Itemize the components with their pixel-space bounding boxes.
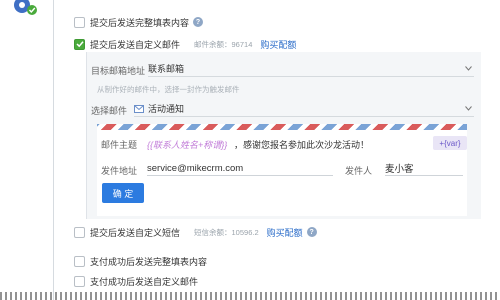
chevron-down-icon [465, 106, 472, 111]
target-email-select[interactable]: 联系邮箱 [148, 61, 474, 77]
envelope-icon [134, 104, 144, 113]
sms-quota: 短信余额：10596.2 [194, 227, 259, 237]
sender-input[interactable]: 麦小客 [385, 161, 463, 176]
subject-variable: {{联系人姓名+称谓}} [147, 140, 228, 150]
gear-icon [12, 0, 40, 18]
option-pay-send-full-content[interactable]: 支付成功后发送完整填表内容 [74, 253, 207, 269]
option-send-full-content[interactable]: 提交后发送完整填表内容 ? [74, 14, 204, 30]
help-icon[interactable]: ? [193, 17, 204, 27]
airmail-stripe [97, 124, 467, 130]
checkbox[interactable] [74, 255, 85, 267]
target-email-label: 目标邮箱地址 [91, 66, 146, 76]
divider-line [53, 0, 54, 300]
help-icon[interactable]: ? [306, 227, 317, 237]
option-send-custom-sms[interactable]: 提交后发送自定义短信 短信余额：10596.2 购买配额 ? [74, 224, 317, 240]
choose-email-value: 活动通知 [148, 104, 185, 114]
option-label: 支付成功后发送完整填表内容 [90, 256, 208, 267]
sender-label: 发件人 [345, 166, 373, 176]
insert-variable-button[interactable]: +{var} [433, 136, 467, 150]
checkbox[interactable] [74, 16, 85, 28]
option-label: 提交后发送完整填表内容 [90, 17, 190, 28]
from-address-input[interactable]: service@mikecrm.com [147, 161, 333, 176]
chevron-down-icon [465, 66, 472, 71]
buy-quota-link[interactable]: 购买配额 [267, 226, 303, 239]
choose-email-select[interactable]: 活动通知 [134, 101, 474, 117]
option-send-custom-email[interactable]: 提交后发送自定义邮件 邮件余额：96714 购买配额 [74, 36, 296, 52]
from-address-label: 发件地址 [101, 166, 138, 176]
option-label: 提交后发送自定义邮件 [90, 39, 181, 50]
page-edge-dashes [0, 292, 500, 300]
subject-label: 邮件主题 [101, 140, 138, 150]
trigger-hint: 从制作好的邮件中，选择一封作为触发邮件 [97, 85, 240, 94]
checkbox[interactable] [74, 275, 85, 287]
subject-text: ，感谢您报名参加此次沙龙活动！ [234, 140, 370, 150]
checkbox-checked[interactable] [74, 38, 85, 50]
email-quota: 邮件余额：96714 [194, 39, 253, 49]
option-pay-send-custom-email[interactable]: 支付成功后发送自定义邮件 [74, 273, 198, 289]
email-preview-card: 邮件主题 {{联系人姓名+称谓}} ，感谢您报名参加此次沙龙活动！ +{var}… [97, 124, 467, 216]
target-email-value: 联系邮箱 [148, 64, 185, 74]
checkbox[interactable] [74, 226, 85, 238]
confirm-button[interactable]: 确 定 [102, 183, 144, 203]
option-label: 提交后发送自定义短信 [90, 227, 181, 238]
check-icon [75, 41, 84, 48]
buy-quota-link[interactable]: 购买配额 [260, 38, 296, 51]
option-label: 支付成功后发送自定义邮件 [90, 276, 199, 287]
choose-email-label: 选择邮件 [91, 106, 128, 116]
